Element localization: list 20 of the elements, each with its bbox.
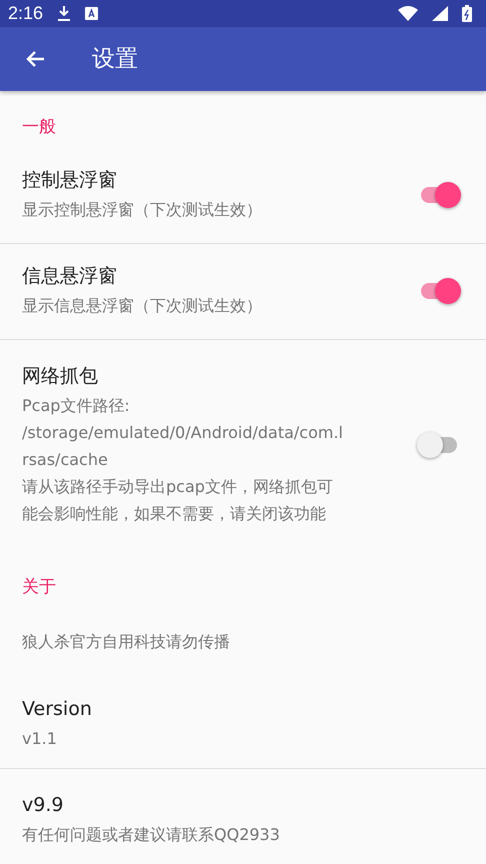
setting-title: 网络抓包	[22, 364, 99, 389]
setting-title: Version	[22, 697, 93, 722]
setting-title: 信息悬浮窗	[22, 264, 118, 289]
download-icon	[57, 5, 72, 22]
setting-summary: Pcap文件路径: /storage/emulated/0/Android/data/com.lrsas/cache 请从该路径手动导出pcap文件，网络抓包可能会影响性能，如果不需要，请关闭该功能	[22, 395, 344, 525]
setting-title: 控制悬浮窗	[22, 168, 118, 193]
signal-icon	[432, 6, 448, 21]
setting-summary: 有任何问题或者建议请联系QQ2933	[22, 824, 281, 846]
setting-title: v9.9	[22, 793, 64, 818]
setting-summary: 狼人杀官方自用科技请勿传播	[22, 631, 231, 653]
page-title: 设置	[92, 45, 138, 74]
category-header: 关于	[21, 576, 57, 599]
category-header: 一般	[21, 116, 57, 139]
wifi-icon	[398, 6, 418, 21]
setting-summary: v1.1	[22, 728, 58, 750]
status-time: 2:16	[8, 2, 44, 24]
keyboard-icon	[85, 6, 98, 20]
battery-icon	[462, 4, 472, 22]
setting-summary: 显示控制悬浮窗（下次测试生效）	[22, 199, 263, 221]
setting-summary: 显示信息悬浮窗（下次测试生效）	[22, 295, 263, 317]
